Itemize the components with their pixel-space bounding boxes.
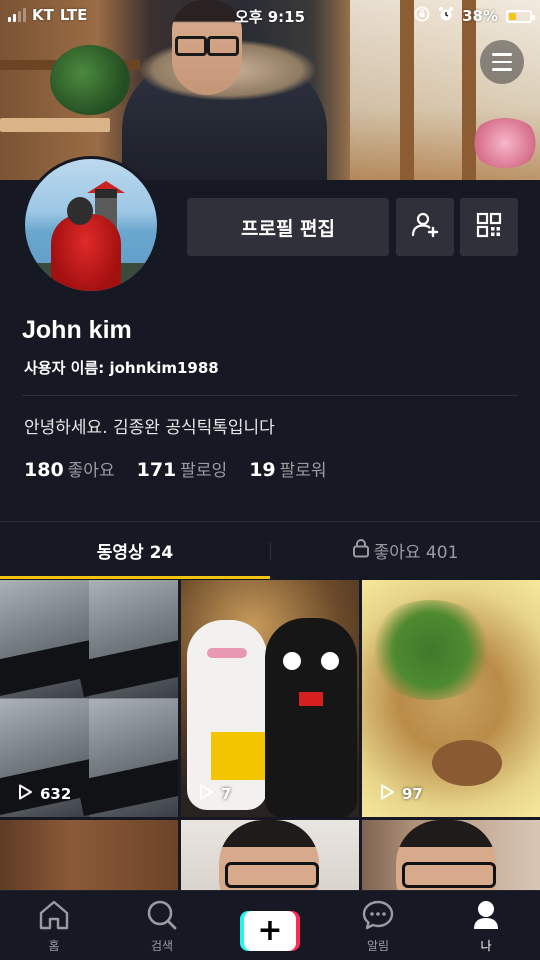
qr-code-icon: [476, 212, 502, 242]
search-icon: [145, 899, 179, 934]
inbox-icon: [361, 899, 395, 934]
divider: [22, 395, 518, 396]
battery-percent: 38%: [462, 7, 498, 25]
cover-plant: [50, 45, 130, 115]
view-count-value: 632: [40, 785, 72, 803]
view-count-value: 7: [221, 785, 232, 803]
video-tile[interactable]: [181, 820, 359, 900]
black-cat-plush: [265, 618, 357, 817]
view-count: 632: [16, 783, 71, 805]
avatar-person: [67, 197, 93, 225]
cover-flower: [470, 118, 540, 168]
stat-likes-count: 180: [24, 459, 64, 481]
nav-me-label: 나: [480, 939, 492, 953]
nav-me[interactable]: 나: [432, 891, 540, 960]
play-icon: [378, 783, 396, 805]
home-icon: [37, 899, 71, 934]
menu-button[interactable]: [480, 40, 524, 84]
nav-create[interactable]: +: [216, 891, 324, 960]
play-icon: [16, 783, 34, 805]
menu-icon: [492, 53, 512, 56]
stat-following[interactable]: 171 팔로잉: [137, 456, 228, 481]
tab-videos[interactable]: 동영상 24: [0, 522, 270, 579]
nav-home[interactable]: 홈: [0, 891, 108, 960]
add-friend-button[interactable]: [396, 198, 454, 256]
stat-followers[interactable]: 19 팔로워: [249, 456, 326, 481]
nav-home-label: 홈: [48, 939, 60, 953]
noodle-meat: [432, 740, 502, 786]
display-name: John kim: [22, 316, 132, 344]
stat-following-count: 171: [136, 459, 177, 481]
white-cat-plush: [187, 620, 267, 810]
tab-liked[interactable]: 좋아요 401: [270, 522, 540, 579]
nav-search[interactable]: 검색: [108, 891, 216, 960]
view-count-value: 97: [402, 785, 423, 803]
edit-profile-button[interactable]: 프로필 편집: [187, 198, 389, 256]
stat-followers-count: 19: [249, 459, 276, 481]
battery-icon: [506, 9, 535, 23]
rotation-lock-icon: [414, 6, 430, 26]
alarm-icon: [438, 6, 454, 26]
tile-person: [396, 820, 496, 900]
add-friend-icon: [410, 210, 440, 244]
create-icon: +: [240, 911, 300, 951]
video-tile[interactable]: [0, 820, 178, 900]
nav-inbox[interactable]: 알림: [324, 891, 432, 960]
nav-inbox-label: 알림: [366, 939, 390, 953]
status-bar: KT LTE 오후 9:15 38%: [0, 0, 540, 32]
view-count: 7: [197, 783, 231, 805]
username: 사용자 이름: johnkim1988: [24, 359, 219, 377]
view-count: 97: [378, 783, 423, 805]
nav-search-label: 검색: [150, 939, 174, 953]
tile-person: [219, 820, 319, 900]
noodle-greens: [366, 600, 496, 700]
avatar[interactable]: [22, 156, 160, 294]
video-tile[interactable]: [362, 820, 540, 900]
bottom-navigation: 홈 검색 + 알림 나: [0, 890, 540, 960]
tab-liked-label: 좋아요 401: [373, 543, 459, 563]
cover-table: [0, 118, 110, 132]
avatar-red-cloak: [51, 214, 121, 291]
video-tile[interactable]: 632: [0, 580, 178, 817]
tab-videos-label: 동영상 24: [96, 543, 174, 563]
video-tile[interactable]: 7: [181, 580, 359, 817]
profile-stats: 180 좋아요 171 팔로잉 19 팔로워: [24, 456, 327, 481]
bio-text: 안녕하세요. 김종완 공식틱톡입니다: [24, 418, 275, 438]
video-tile[interactable]: 97: [362, 580, 540, 817]
tab-separator: [270, 542, 271, 560]
stat-likes-label: 좋아요: [67, 461, 115, 481]
status-bar-right: 38%: [414, 6, 535, 26]
lock-icon: [352, 538, 370, 563]
play-icon: [197, 783, 215, 805]
stat-following-label: 팔로잉: [180, 461, 228, 481]
yellow-chair: [211, 732, 271, 780]
create-plus: +: [244, 911, 296, 951]
profile-icon: [469, 899, 503, 934]
stat-followers-label: 팔로워: [279, 461, 327, 481]
stat-likes[interactable]: 180 좋아요: [24, 456, 115, 481]
qr-code-button[interactable]: [460, 198, 518, 256]
cover-person-glasses: [175, 36, 239, 56]
